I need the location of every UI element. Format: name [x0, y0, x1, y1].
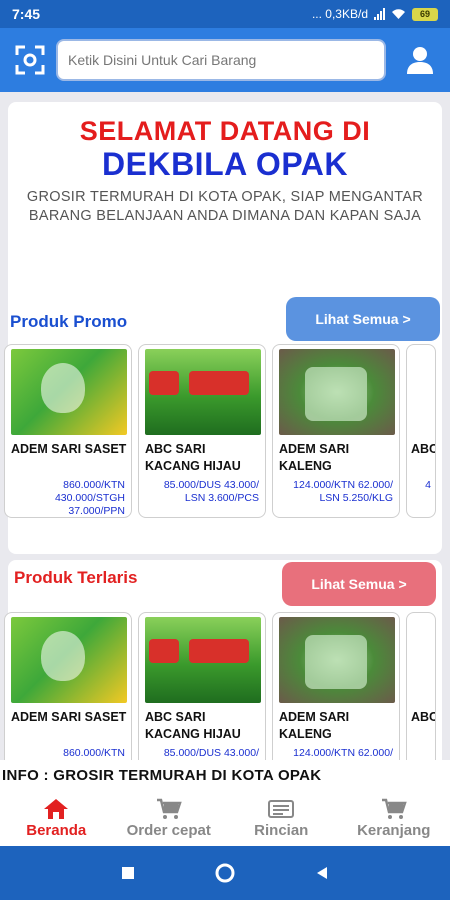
- product-card[interactable]: ADEM SARI SASET 860.000/KTN: [4, 612, 132, 760]
- product-card[interactable]: ABC 4: [406, 344, 436, 518]
- product-price: 860.000/KTN 430.000/STGH 37.000/PPN: [54, 479, 125, 517]
- user-icon: [407, 47, 433, 74]
- receipt-icon: [268, 799, 295, 818]
- status-bar: 7:45 ... 0,3KB/d 69: [0, 0, 450, 28]
- product-card[interactable]: ABC SARI KACANG HIJAU 85.000/DUS 43.000/: [138, 612, 266, 760]
- nav-label: Order cepat: [126, 821, 211, 839]
- product-name: ADEM SARI SASET: [11, 710, 127, 724]
- product-price: 860.000/KTN: [63, 747, 125, 759]
- recents-icon[interactable]: [120, 865, 136, 881]
- bestseller-section-title: Produk Terlaris: [14, 568, 138, 587]
- product-name: ABC SARI KACANG HIJAU: [145, 442, 241, 473]
- bestseller-see-all-button[interactable]: Lihat Semua >: [282, 562, 436, 606]
- cart-icon: [156, 798, 182, 819]
- search-box[interactable]: [56, 39, 386, 81]
- nav-beranda[interactable]: Beranda: [0, 790, 113, 846]
- nav-keranjang[interactable]: Keranjang: [338, 790, 450, 846]
- product-name: ABC: [411, 710, 436, 724]
- app-bar: [0, 28, 450, 92]
- product-image: [11, 617, 127, 703]
- product-image: [145, 617, 261, 703]
- wifi-icon: [392, 9, 405, 19]
- product-image: [145, 349, 261, 435]
- product-price: 124.000/KTN 62.000/ LSN 5.250/KLG: [293, 479, 393, 504]
- scan-button[interactable]: [12, 42, 48, 78]
- status-time: 7:45: [12, 6, 41, 22]
- scan-icon: [15, 45, 45, 75]
- nav-label: Rincian: [254, 821, 309, 839]
- promo-section-title: Produk Promo: [10, 312, 128, 331]
- system-nav-bar: [0, 846, 450, 900]
- product-name: ADEM SARI SASET: [11, 442, 127, 456]
- nav-order-cepat[interactable]: Order cepat: [113, 790, 226, 846]
- product-image: [279, 349, 395, 435]
- product-name: ADEM SARI KALENG: [279, 442, 350, 473]
- store-tagline: GROSIR TERMURAH DI KOTA OPAK, SIAP MENGA…: [26, 189, 424, 224]
- store-name: DEKBILA OPAK: [102, 146, 348, 182]
- home-content[interactable]: SELAMAT DATANG DI DEKBILA OPAK GROSIR TE…: [0, 92, 450, 760]
- nav-label: Keranjang: [357, 821, 431, 839]
- search-input[interactable]: [68, 52, 374, 68]
- status-indicators: ... 0,3KB/d 69: [312, 7, 438, 21]
- status-network-speed: ... 0,3KB/d: [311, 7, 368, 21]
- signal-icon: [374, 8, 385, 20]
- home-icon: [44, 798, 69, 819]
- nav-label: Beranda: [26, 821, 87, 839]
- promo-product-list[interactable]: ADEM SARI SASET 860.000/KTN 430.000/STGH…: [4, 344, 436, 518]
- back-icon[interactable]: [314, 865, 330, 881]
- bestseller-product-list[interactable]: ADEM SARI SASET 860.000/KTN ABC SARI KAC…: [4, 612, 436, 760]
- product-card[interactable]: ADEM SARI KALENG 124.000/KTN 62.000/ LSN…: [272, 344, 400, 518]
- product-name: ABC: [411, 442, 436, 456]
- battery-icon: 69: [412, 7, 438, 21]
- product-name: ADEM SARI KALENG: [279, 710, 350, 741]
- nav-rincian[interactable]: Rincian: [225, 790, 338, 846]
- info-ticker: INFO : GROSIR TERMURAH DI KOTA OPAK: [0, 760, 450, 790]
- product-card[interactable]: ABC SARI KACANG HIJAU 85.000/DUS 43.000/…: [138, 344, 266, 518]
- basket-icon: [381, 798, 407, 819]
- welcome-title: SELAMAT DATANG DI: [79, 116, 371, 146]
- bottom-nav: Beranda Order cepat Rincian Keranjang: [0, 790, 450, 846]
- product-image: [279, 617, 395, 703]
- product-card[interactable]: ABC: [406, 612, 436, 760]
- product-image: [11, 349, 127, 435]
- product-card[interactable]: ADEM SARI KALENG 124.000/KTN 62.000/: [272, 612, 400, 760]
- bestseller-card: Produk Terlaris Lihat Semua > ADEM SARI …: [4, 560, 442, 760]
- product-price: 85.000/DUS 43.000/: [163, 747, 259, 759]
- product-price: 4: [425, 479, 431, 491]
- product-price: 85.000/DUS 43.000/ LSN 3.600/PCS: [163, 479, 259, 504]
- promo-see-all-button[interactable]: Lihat Semua >: [286, 297, 440, 341]
- product-name: ABC SARI KACANG HIJAU: [145, 710, 241, 741]
- product-card[interactable]: ADEM SARI SASET 860.000/KTN 430.000/STGH…: [4, 344, 132, 518]
- user-button[interactable]: [402, 42, 438, 78]
- home-circle-icon[interactable]: [214, 862, 236, 884]
- product-price: 124.000/KTN 62.000/: [293, 747, 393, 759]
- welcome-card: SELAMAT DATANG DI DEKBILA OPAK GROSIR TE…: [4, 102, 442, 554]
